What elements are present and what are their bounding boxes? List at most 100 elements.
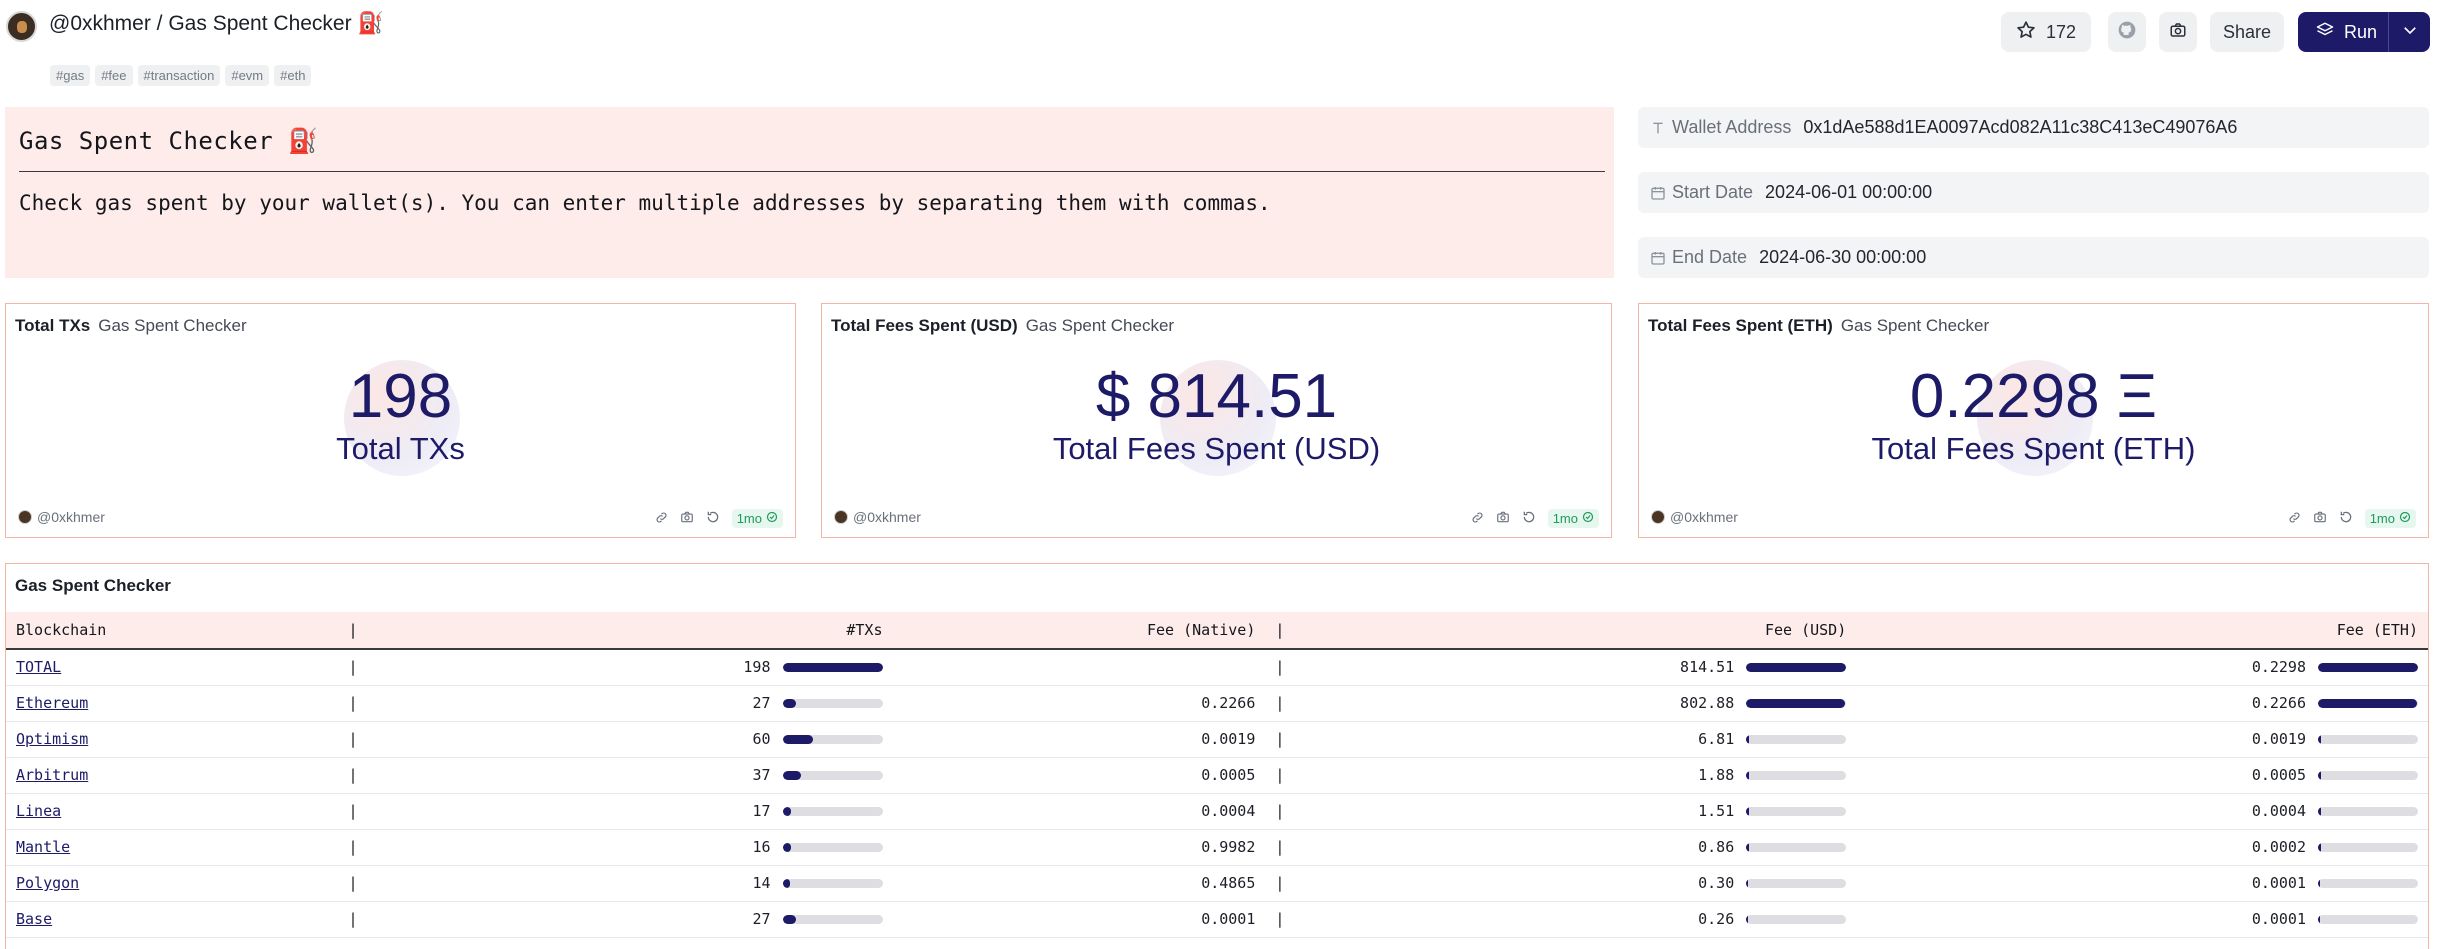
- param-end-date[interactable]: End Date 2024-06-30 00:00:00: [1638, 237, 2429, 278]
- embed-icon[interactable]: [1471, 511, 1484, 527]
- fee-usd-bar-fill: [1746, 662, 1847, 672]
- creator-avatar[interactable]: [6, 11, 37, 42]
- fee-eth-value: 0.2266: [2251, 694, 2306, 712]
- blockchain-cell: Linea: [6, 793, 339, 829]
- check-circle-icon: [1582, 511, 1594, 526]
- screenshot-button[interactable]: [2159, 12, 2197, 52]
- tag-list: #gas #fee #transaction #evm #eth: [50, 65, 312, 86]
- col-header-blockchain[interactable]: Blockchain: [6, 612, 339, 650]
- txs-cell: 198: [368, 649, 893, 685]
- txs-value: 27: [752, 694, 771, 712]
- col-header-fee-usd[interactable]: Fee (USD): [1294, 612, 1857, 650]
- embed-icon[interactable]: [655, 511, 668, 527]
- blockchain-link[interactable]: Linea: [16, 802, 61, 820]
- star-button[interactable]: 172: [2001, 12, 2091, 52]
- blockchain-link[interactable]: TOTAL: [16, 658, 61, 676]
- run-options-button[interactable]: [2389, 21, 2430, 44]
- counter-value: $ 814.51: [1095, 362, 1338, 431]
- panel-description: Check gas spent by your wallet(s). You c…: [19, 191, 1271, 215]
- card-author[interactable]: @0xkhmer: [18, 509, 105, 525]
- share-button[interactable]: Share: [2210, 12, 2284, 52]
- fee-eth-bar-fill: [2318, 698, 2417, 708]
- fee-eth-bar: [2318, 770, 2418, 780]
- tag-transaction[interactable]: #transaction: [137, 65, 221, 86]
- panel-heading: Gas Spent Checker ⛽: [19, 127, 319, 155]
- github-button[interactable]: [2108, 12, 2146, 52]
- card-author[interactable]: @0xkhmer: [834, 509, 921, 525]
- fee-usd-cell: 1.51: [1294, 793, 1856, 829]
- fee-usd-value: 0.30: [1698, 874, 1735, 892]
- blockchain-link[interactable]: Polygon: [16, 874, 79, 892]
- card-author[interactable]: @0xkhmer: [1651, 509, 1738, 525]
- fee-eth-bar-fill: [2318, 770, 2321, 780]
- run-button[interactable]: Run: [2298, 12, 2388, 52]
- tag-eth[interactable]: #eth: [274, 65, 312, 86]
- card-tools: 1mo: [655, 509, 783, 528]
- table-row: Ethereum | 27 0.2266 | 802.88 0.2266: [6, 685, 2428, 721]
- fee-usd-bar: [1746, 734, 1847, 744]
- card-tools: 1mo: [2288, 509, 2416, 528]
- txs-value: 37: [752, 766, 771, 784]
- fee-usd-bar: [1746, 770, 1847, 780]
- fee-eth-bar: [2318, 698, 2418, 708]
- fee-native-cell: 0.0005: [1201, 766, 1256, 784]
- fee-usd-cell: 1.88: [1294, 757, 1856, 793]
- fee-eth-bar-fill: [2318, 914, 2320, 924]
- blockchain-link[interactable]: Optimism: [16, 730, 88, 748]
- check-circle-icon: [766, 511, 778, 526]
- camera-icon[interactable]: [1496, 510, 1510, 527]
- star-count: 172: [2045, 21, 2077, 42]
- col-header-txs[interactable]: #TXs: [367, 612, 893, 650]
- camera-icon[interactable]: [2313, 510, 2327, 527]
- fee-usd-cell: 814.51: [1294, 649, 1856, 685]
- fee-usd-bar-fill: [1746, 914, 1749, 924]
- blockchain-link[interactable]: Ethereum: [16, 694, 88, 712]
- separator-cell: |: [348, 802, 358, 820]
- fee-eth-bar-fill: [2318, 734, 2321, 744]
- freshness-badge: 1mo: [1547, 509, 1599, 528]
- fee-usd-bar: [1746, 698, 1847, 708]
- description-panel: Gas Spent Checker ⛽ Check gas spent by y…: [5, 107, 1614, 278]
- txs-value: 60: [752, 730, 771, 748]
- separator-cell: |: [1275, 694, 1285, 712]
- fee-eth-cell: 0.2266: [1856, 685, 2428, 721]
- fee-native-cell: 0.4865: [1201, 874, 1256, 892]
- freshness-badge: 1mo: [2364, 509, 2416, 528]
- embed-icon[interactable]: [2288, 511, 2301, 527]
- fee-eth-cell: 0.0004: [1856, 793, 2428, 829]
- run-label: Run: [2344, 21, 2378, 42]
- camera-icon[interactable]: [680, 510, 694, 527]
- blockchain-link[interactable]: Base: [16, 910, 52, 928]
- run-button-group: Run: [2298, 12, 2430, 52]
- fee-usd-bar-fill: [1746, 734, 1750, 744]
- param-value[interactable]: 2024-06-01 00:00:00: [1765, 182, 1932, 203]
- table-row: Polygon | 14 0.4865 | 0.30 0.0001: [6, 865, 2428, 901]
- fee-usd-value: 802.88: [1680, 694, 1735, 712]
- fee-usd-cell: 0.30: [1294, 865, 1856, 901]
- col-header-fee-native[interactable]: Fee (Native): [892, 612, 1266, 650]
- fee-eth-bar: [2318, 662, 2418, 672]
- col-header-fee-eth[interactable]: Fee (ETH): [1856, 612, 2428, 650]
- refresh-icon[interactable]: [1522, 510, 1536, 527]
- counter-label: Total Fees Spent (USD): [1052, 431, 1381, 466]
- refresh-icon[interactable]: [2339, 510, 2353, 527]
- txs-bar-fill: [782, 662, 883, 672]
- fee-eth-value: 0.2298: [2251, 658, 2306, 677]
- param-value[interactable]: 2024-06-30 00:00:00: [1759, 247, 1926, 268]
- txs-bar: [782, 662, 883, 672]
- txs-bar: [782, 842, 883, 852]
- separator-cell: |: [1275, 766, 1285, 784]
- tag-evm[interactable]: #evm: [225, 65, 270, 86]
- fee-usd-bar: [1746, 914, 1847, 924]
- tag-fee[interactable]: #fee: [95, 65, 133, 86]
- param-start-date[interactable]: Start Date 2024-06-01 00:00:00: [1638, 172, 2429, 213]
- param-wallet-address[interactable]: Wallet Address 0x1dAe588d1EA0097Acd082A1…: [1638, 107, 2429, 148]
- refresh-icon[interactable]: [706, 510, 720, 527]
- fee-usd-cell: 6.81: [1294, 721, 1856, 757]
- blockchain-link[interactable]: Arbitrum: [16, 766, 88, 784]
- tag-gas[interactable]: #gas: [50, 65, 91, 86]
- fee-eth-cell: 0.0001: [1856, 865, 2428, 901]
- blockchain-link[interactable]: Mantle: [16, 838, 70, 856]
- param-value[interactable]: 0x1dAe588d1EA0097Acd082A11c38C413eC49076…: [1803, 117, 2237, 138]
- layers-icon: [2316, 21, 2334, 44]
